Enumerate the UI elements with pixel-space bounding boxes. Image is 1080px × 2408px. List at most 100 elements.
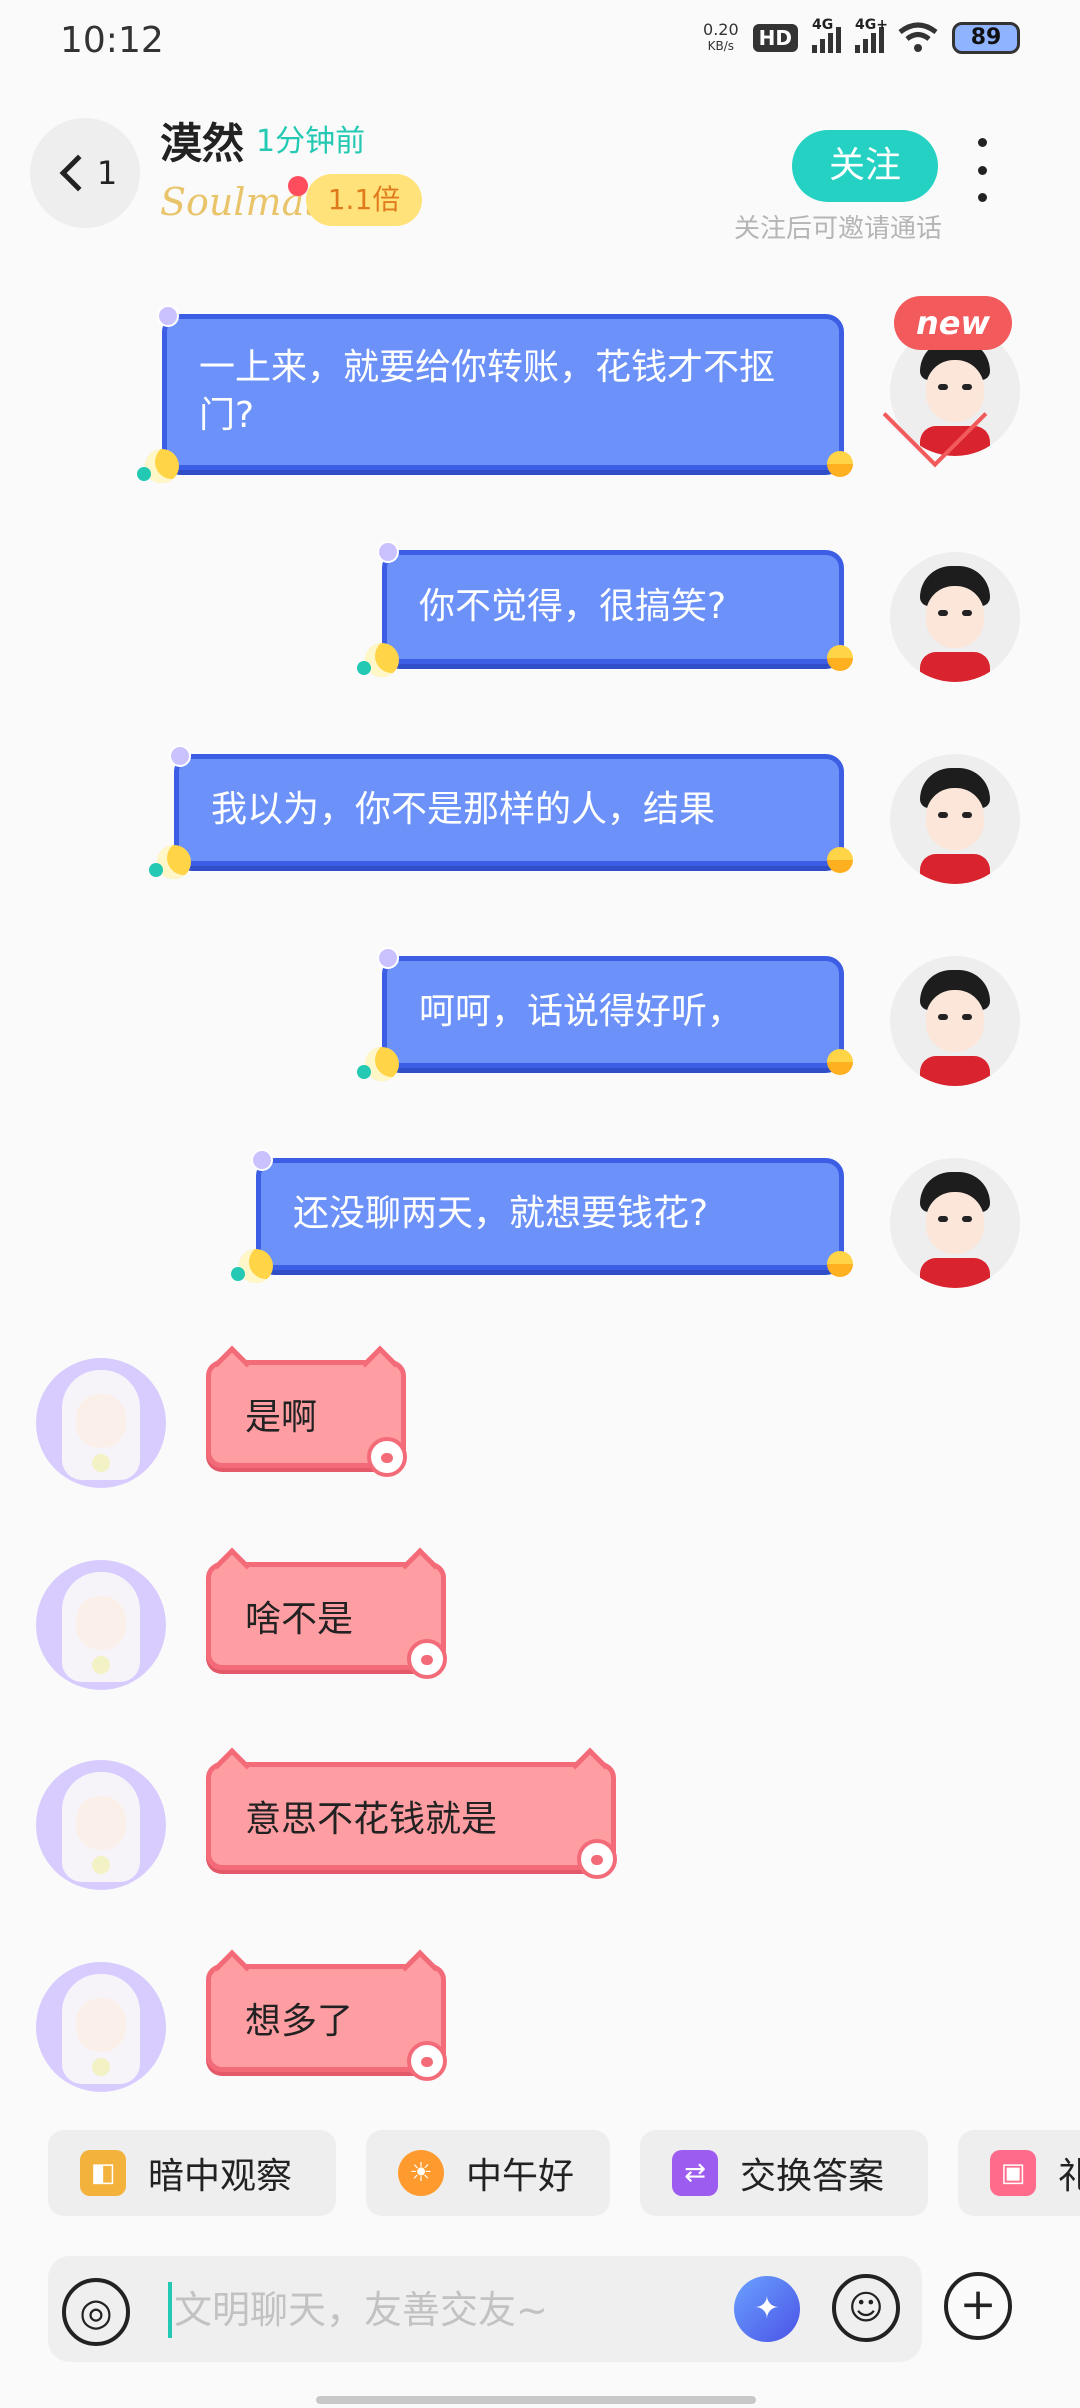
more-options-button[interactable] [970, 138, 994, 202]
message-text: 啥不是 [245, 1599, 354, 1640]
quick-reply-chip[interactable]: ▣ 礼 [958, 2130, 1080, 2216]
ai-assistant-button[interactable]: ✦ [734, 2276, 800, 2342]
cat-ear-deco [401, 1547, 439, 1585]
my-avatar[interactable] [890, 552, 1020, 682]
quick-reply-bar: ◧ 暗中观察 ☀ 中午好 ⇄ 交换答案 ▣ 礼 [0, 2130, 1080, 2216]
gift-icon: ▣ [990, 2150, 1036, 2196]
exchange-icon: ⇄ [672, 2150, 718, 2196]
voice-button[interactable]: ◎ [62, 2278, 130, 2346]
message-input[interactable] [174, 2278, 734, 2342]
pearl-deco-icon [377, 541, 399, 563]
paw-deco-icon [407, 1639, 447, 1679]
outgoing-message[interactable]: 我以为，你不是那样的人，结果 [149, 745, 853, 879]
cat-ear-deco [213, 1547, 251, 1585]
ai-bulb-icon: ✦ [754, 2291, 780, 2326]
message-input-bar: ◎ ✦ ☺ [48, 2256, 922, 2362]
contact-avatar[interactable] [36, 1962, 166, 2092]
back-button[interactable]: 1 [30, 118, 140, 228]
quick-reply-chip[interactable]: ⇄ 交换答案 [640, 2130, 928, 2216]
contact-name[interactable]: 漠然 [160, 110, 244, 171]
contact-avatar[interactable] [36, 1560, 166, 1690]
message-text: 想多了 [245, 2001, 354, 2042]
message-text: 你不觉得，很搞笑? [419, 586, 727, 627]
net-speed-value: 0.20 [703, 20, 739, 39]
ball-deco-icon [827, 847, 853, 873]
incoming-message[interactable]: 啥不是 [206, 1547, 447, 1679]
status-time: 10:12 [60, 20, 164, 61]
text-cursor [168, 2282, 172, 2338]
quick-reply-chip[interactable]: ☀ 中午好 [366, 2130, 610, 2216]
signal-4g-label: 4G [812, 17, 834, 33]
moon-deco-icon [145, 449, 179, 483]
sun-sunglasses-icon: ☀ [398, 2150, 444, 2196]
chip-label: 礼 [1058, 2156, 1080, 2197]
outgoing-message[interactable]: 还没聊两天，就想要钱花? [231, 1149, 853, 1283]
incoming-message[interactable]: 想多了 [206, 1949, 447, 2081]
pearl-deco-icon [251, 1149, 273, 1171]
quick-reply-chip[interactable]: ◧ 暗中观察 [48, 2130, 336, 2216]
more-dot-icon [977, 193, 987, 202]
dot-deco-icon [357, 1065, 371, 1079]
message-text: 是啊 [245, 1397, 318, 1438]
status-bar: 10:12 0.20 KB/s HD 4G 4G+ 89 [0, 0, 1080, 84]
chat-header: 1 漠然 1分钟前 Soulmate 1.1倍 关注 关注后可邀请通话 [0, 100, 1080, 250]
chip-label: 暗中观察 [148, 2156, 293, 2197]
my-avatar[interactable] [890, 1158, 1020, 1288]
more-dot-icon [977, 138, 987, 147]
plus-icon: + [959, 2279, 997, 2330]
net-speed: 0.20 KB/s [703, 22, 739, 54]
contact-avatar[interactable] [36, 1760, 166, 1890]
contact-avatar[interactable] [36, 1358, 166, 1488]
message-text: 意思不花钱就是 [245, 1799, 498, 1840]
message-text: 呵呵，话说得好听， [419, 991, 744, 1032]
voice-icon: ◎ [79, 2290, 113, 2334]
cat-ear-deco [213, 1345, 251, 1383]
outgoing-message[interactable]: 呵呵，话说得好听， [357, 947, 853, 1081]
paw-deco-icon [407, 2041, 447, 2081]
ball-deco-icon [827, 645, 853, 671]
message-text: 还没聊两天，就想要钱花? [293, 1193, 709, 1234]
multiplier-badge[interactable]: 1.1倍 [306, 174, 422, 226]
chip-label: 交换答案 [740, 2156, 885, 2197]
ball-deco-icon [827, 1049, 853, 1075]
cat-ear-deco [213, 1747, 251, 1785]
pearl-deco-icon [169, 745, 191, 767]
dot-deco-icon [357, 661, 371, 675]
red-dot-indicator [288, 176, 308, 196]
follow-hint: 关注后可邀请通话 [734, 214, 943, 244]
cat-ear-deco [361, 1345, 399, 1383]
last-active: 1分钟前 [256, 124, 366, 159]
incoming-message[interactable]: 是啊 [206, 1345, 407, 1477]
chip-label: 中午好 [466, 2156, 575, 2197]
outgoing-message[interactable]: 一上来，就要给你转账，花钱才不抠门? [137, 305, 853, 483]
net-speed-unit: KB/s [707, 39, 735, 53]
dot-deco-icon [231, 1267, 245, 1281]
bear-peek-icon: ◧ [80, 2150, 126, 2196]
dot-deco-icon [149, 863, 163, 877]
smiley-icon: ☺ [848, 2288, 884, 2328]
incoming-message[interactable]: 意思不花钱就是 [206, 1747, 617, 1879]
more-actions-button[interactable]: + [944, 2272, 1012, 2340]
home-indicator[interactable] [316, 2396, 756, 2404]
my-avatar[interactable] [890, 956, 1020, 1086]
status-icons: 0.20 KB/s HD 4G 4G+ 89 [703, 17, 1020, 54]
pearl-deco-icon [377, 947, 399, 969]
moon-deco-icon [365, 1047, 399, 1081]
follow-button[interactable]: 关注 [792, 130, 938, 202]
outgoing-message[interactable]: 你不觉得，很搞笑? [357, 541, 853, 677]
paw-deco-icon [577, 1839, 617, 1879]
ball-deco-icon [827, 451, 853, 477]
signal-4g-icon: 4G [812, 17, 841, 53]
signal-4g-plus-label: 4G+ [855, 17, 888, 33]
more-dot-icon [977, 165, 987, 175]
unread-count: 1 [96, 154, 118, 192]
my-avatar[interactable] [890, 754, 1020, 884]
dot-deco-icon [137, 467, 151, 481]
moon-deco-icon [157, 845, 191, 879]
pearl-deco-icon [157, 305, 179, 327]
emoji-button[interactable]: ☺ [832, 2274, 900, 2342]
wifi-icon [898, 22, 938, 52]
ball-deco-icon [827, 1251, 853, 1277]
message-text: 我以为，你不是那样的人，结果 [211, 789, 716, 830]
moon-deco-icon [365, 643, 399, 677]
